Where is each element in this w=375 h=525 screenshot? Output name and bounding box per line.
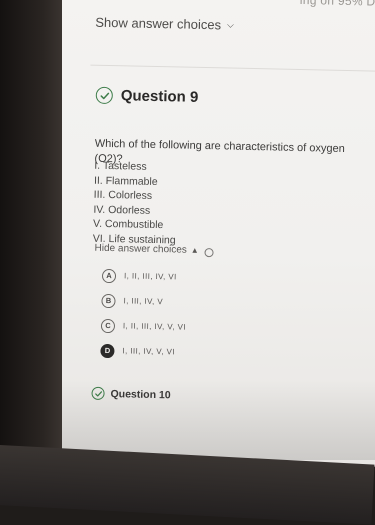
question-10-title: Question 10	[110, 387, 171, 401]
question-9-header: Question 9	[95, 86, 199, 106]
check-circle-icon	[95, 86, 113, 105]
show-answer-choices-toggle[interactable]: Show answer choices ⌵	[95, 15, 234, 33]
question-9-title: Question 9	[120, 87, 199, 106]
choice-text: I, II, III, IV, V, VI	[122, 321, 187, 332]
choice-text: I, III, IV, V	[123, 296, 164, 307]
choice-letter-badge: B	[101, 293, 116, 308]
answer-choices: A I, II, III, IV, VI B I, III, IV, V C I, II,…	[100, 263, 187, 365]
question-10-header[interactable]: Question 10	[91, 386, 171, 402]
chevron-down-icon: ⌵	[226, 19, 234, 30]
answer-choice-b[interactable]: B I, III, IV, V	[101, 288, 186, 315]
answer-choice-a[interactable]: A I, II, III, IV, VI	[101, 263, 187, 290]
divider	[90, 64, 375, 72]
mouse-cursor	[204, 248, 214, 258]
hide-answer-choices-toggle[interactable]: Hide answer choices ▲	[94, 243, 198, 256]
monitor-bezel-left	[0, 0, 62, 500]
answer-choice-d[interactable]: D I, III, IV, V, VI	[100, 338, 185, 365]
statement-item: III. Colorless	[93, 188, 153, 202]
hide-answer-choices-label: Hide answer choices	[94, 242, 187, 256]
quiz-screen: ing on 95% Dz Show answer choices ⌵ Ques…	[52, 0, 375, 468]
choice-letter-badge: A	[101, 268, 117, 283]
statement-item: I. Tasteless	[94, 159, 147, 173]
choice-letter-badge: D	[100, 343, 115, 358]
choice-text: I, III, IV, V, VI	[122, 346, 176, 357]
chevron-up-icon: ▲	[190, 245, 199, 255]
choice-letter-badge: C	[100, 318, 116, 333]
choice-text: I, II, III, IV, VI	[123, 271, 177, 282]
answer-choice-c[interactable]: C I, II, III, IV, V, VI	[100, 313, 187, 340]
top-partial-text: ing on 95% Dz	[299, 0, 375, 9]
show-answer-choices-label: Show answer choices	[95, 14, 222, 33]
statement-item: V. Combustible	[92, 217, 164, 232]
statement-list: I. Tasteless II. Flammable III. Colorless I…	[93, 159, 178, 248]
check-circle-icon	[91, 386, 105, 400]
